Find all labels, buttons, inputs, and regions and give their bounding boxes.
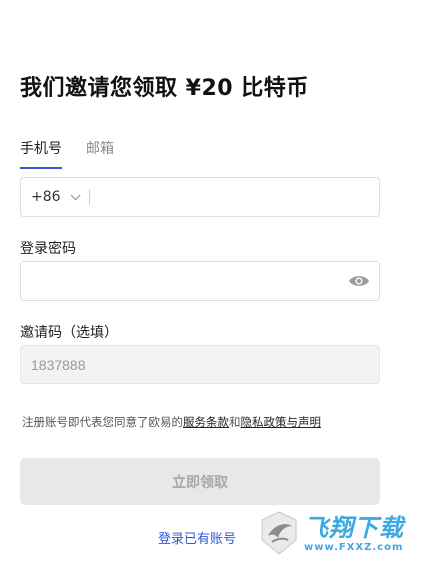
- invite-code-field: [20, 345, 380, 384]
- phone-input[interactable]: [89, 178, 379, 216]
- watermark-url: www.FXXZ.com: [304, 541, 404, 553]
- watermark-text: 飞翔下载 www.FXXZ.com: [304, 514, 404, 553]
- watermark-brand: 飞翔下载: [304, 513, 404, 542]
- chevron-down-icon: [70, 189, 81, 200]
- eye-icon[interactable]: [348, 274, 370, 288]
- login-existing-account-link[interactable]: 登录已有账号: [158, 528, 236, 547]
- invite-code-label: 邀请码（选填）: [20, 325, 118, 341]
- page-title: 我们邀请您领取 ¥20 比特币: [20, 76, 309, 101]
- country-code-selector[interactable]: +86: [21, 189, 81, 205]
- signup-tabs: 手机号 邮箱: [20, 138, 114, 169]
- tab-phone[interactable]: 手机号: [20, 138, 62, 169]
- bird-logo-icon: [261, 511, 297, 555]
- password-label: 登录密码: [20, 241, 76, 257]
- claim-button[interactable]: 立即领取: [20, 458, 380, 505]
- terms-notice: 注册账号即代表您同意了欧易的服务条款和隐私政策与声明: [22, 414, 321, 430]
- terms-and: 和: [229, 415, 241, 429]
- password-field: [20, 261, 380, 301]
- terms-prefix: 注册账号即代表您同意了欧易的: [22, 415, 183, 429]
- privacy-policy-link[interactable]: 隐私政策与声明: [241, 415, 322, 429]
- watermark: 飞翔下载 www.FXXZ.com: [258, 508, 416, 558]
- terms-of-service-link[interactable]: 服务条款: [183, 415, 229, 429]
- country-code-value: +86: [31, 189, 61, 205]
- phone-field: +86: [20, 177, 380, 217]
- invite-code-input[interactable]: [21, 346, 379, 383]
- tab-email[interactable]: 邮箱: [86, 138, 114, 169]
- password-input[interactable]: [21, 262, 348, 300]
